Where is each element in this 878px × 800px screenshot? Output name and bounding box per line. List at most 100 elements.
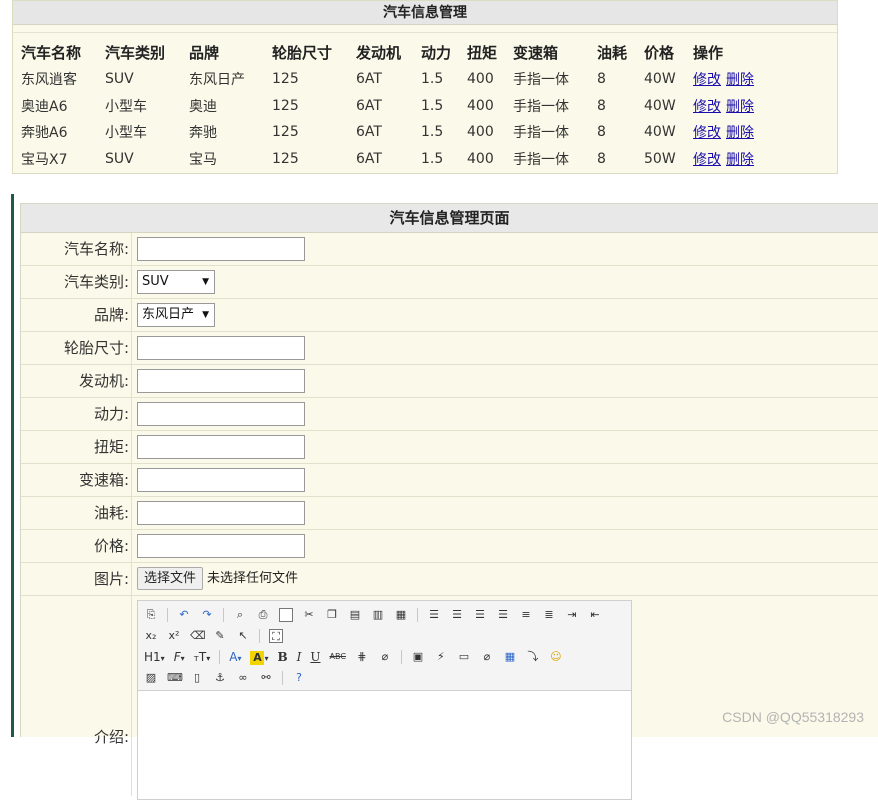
help-icon[interactable]: ? bbox=[292, 671, 306, 685]
font-color-button[interactable]: A▾ bbox=[229, 650, 241, 664]
cell-tire: 125 bbox=[272, 71, 299, 88]
preview-icon[interactable]: ⌕ bbox=[233, 608, 247, 622]
unlink-icon[interactable]: ⚯ bbox=[259, 671, 273, 685]
anchor-icon[interactable]: ⚓ bbox=[213, 671, 227, 685]
cell-gearbox: 手指一体 bbox=[513, 151, 569, 168]
cell-gearbox: 手指一体 bbox=[513, 98, 569, 115]
link-icon[interactable]: ∞ bbox=[236, 671, 250, 685]
cell-name: 宝马X7 bbox=[21, 151, 68, 168]
insert-image-icon[interactable]: ▣ bbox=[411, 650, 425, 664]
brand-select[interactable]: 东风日产 ▼ bbox=[137, 303, 215, 327]
redo-icon[interactable]: ↷ bbox=[200, 608, 214, 622]
align-justify-icon[interactable]: ☰ bbox=[496, 608, 510, 622]
edit-link[interactable]: 修改 bbox=[693, 152, 721, 168]
cell-category: 小型车 bbox=[105, 125, 147, 142]
choose-file-button[interactable]: 选择文件 bbox=[137, 567, 204, 590]
column-header: 变速箱 bbox=[513, 44, 559, 62]
horizontal-rule-icon[interactable]: ⋕ bbox=[355, 650, 369, 664]
edit-link[interactable]: 修改 bbox=[693, 125, 721, 141]
form-row-tire: 轮胎尺寸: bbox=[21, 332, 878, 365]
name-input[interactable] bbox=[137, 237, 305, 261]
cut-icon[interactable]: ✂ bbox=[302, 608, 316, 622]
unordered-list-icon[interactable]: ≣ bbox=[542, 608, 556, 622]
highlight-button[interactable]: A ▾ bbox=[250, 650, 268, 665]
cell-actions: 修改 删除 bbox=[693, 66, 773, 93]
copy-icon[interactable]: ❐ bbox=[325, 608, 339, 622]
editor-content-area[interactable] bbox=[138, 691, 631, 799]
source-code-icon[interactable]: ⎘ bbox=[144, 608, 158, 622]
cell-engine: 6AT bbox=[356, 150, 382, 167]
subscript-icon[interactable]: x₂ bbox=[144, 629, 158, 643]
gearbox-input[interactable] bbox=[137, 468, 305, 492]
outdent-icon[interactable]: ⇤ bbox=[588, 608, 602, 622]
column-header: 发动机 bbox=[356, 44, 402, 62]
code-icon[interactable]: ⌨ bbox=[167, 671, 183, 685]
table-icon[interactable]: ▦ bbox=[503, 650, 517, 664]
paste-text-icon[interactable]: ▥ bbox=[371, 608, 385, 622]
attachment-icon[interactable]: ⌀ bbox=[480, 650, 494, 664]
paste-icon[interactable]: ▤ bbox=[348, 608, 362, 622]
print-icon[interactable]: ⎙ bbox=[256, 608, 270, 622]
font-size-button[interactable]: тT▾ bbox=[194, 650, 211, 664]
clear-format-icon[interactable]: ⌫ bbox=[190, 629, 206, 643]
align-right-icon[interactable]: ☰ bbox=[473, 608, 487, 622]
emoticon-icon[interactable]: ☺ bbox=[549, 650, 563, 664]
form-row-power: 动力: bbox=[21, 398, 878, 431]
edit-link[interactable]: 修改 bbox=[693, 72, 721, 88]
strikethrough-button[interactable]: ABC bbox=[330, 650, 346, 664]
select-all-icon[interactable]: ✎ bbox=[213, 629, 227, 643]
gearbox-label: 变速箱: bbox=[78, 471, 129, 489]
italic-button[interactable]: I bbox=[297, 650, 302, 664]
column-header: 轮胎尺寸 bbox=[272, 44, 333, 62]
edit-link[interactable]: 修改 bbox=[693, 99, 721, 115]
heading-button[interactable]: H1▾ bbox=[144, 650, 165, 664]
page-icon[interactable]: ▯ bbox=[190, 671, 204, 685]
power-input[interactable] bbox=[137, 402, 305, 426]
price-input[interactable] bbox=[137, 534, 305, 558]
ordered-list-icon[interactable]: ≡ bbox=[519, 608, 533, 622]
torque-input[interactable] bbox=[137, 435, 305, 459]
page-break-icon[interactable]: ⤵ bbox=[526, 650, 540, 664]
image-label: 图片: bbox=[93, 570, 129, 588]
insert-media-icon[interactable]: ▭ bbox=[457, 650, 471, 664]
delete-link[interactable]: 删除 bbox=[726, 152, 754, 168]
engine-input[interactable] bbox=[137, 369, 305, 393]
template-icon[interactable] bbox=[279, 607, 293, 622]
delete-link[interactable]: 删除 bbox=[726, 99, 754, 115]
undo-icon[interactable]: ↶ bbox=[177, 608, 191, 622]
cell-name: 奥迪A6 bbox=[21, 98, 68, 115]
cell-category: SUV bbox=[105, 71, 134, 88]
insert-flash-icon[interactable]: ⚡ bbox=[434, 650, 448, 664]
cell-actions: 修改 删除 bbox=[693, 93, 773, 120]
pointer-icon[interactable]: ↖ bbox=[236, 629, 250, 643]
editor-toolbar: ⎘ ↶ ↷ ⌕ ⎙ ✂ ❐ ▤ ▥ ▦ ☰ ☰ ☰ ☰ ≡ ≣ ⇥ ⇤ x₂ x… bbox=[138, 601, 631, 691]
image-gallery-icon[interactable]: ▨ bbox=[144, 671, 158, 685]
indent-icon[interactable]: ⇥ bbox=[565, 608, 579, 622]
dropdown-arrow-icon: ▼ bbox=[202, 310, 209, 320]
superscript-icon[interactable]: x² bbox=[167, 629, 181, 643]
toolbar-separator bbox=[167, 607, 168, 622]
delete-link[interactable]: 删除 bbox=[726, 125, 754, 141]
cell-torque: 400 bbox=[467, 71, 494, 88]
fullscreen-icon[interactable]: ⛶ bbox=[269, 628, 283, 643]
bold-button[interactable]: B bbox=[277, 650, 287, 664]
category-select[interactable]: SUV ▼ bbox=[137, 270, 215, 294]
list-title: 汽车信息管理 bbox=[13, 1, 837, 25]
toolbar-separator bbox=[417, 607, 418, 622]
font-family-button[interactable]: F▾ bbox=[174, 650, 185, 664]
form-row-name: 汽车名称: bbox=[21, 233, 878, 266]
cell-torque: 400 bbox=[467, 97, 494, 114]
fuel-input[interactable] bbox=[137, 501, 305, 525]
cell-fuel: 8 bbox=[597, 71, 606, 88]
align-center-icon[interactable]: ☰ bbox=[450, 608, 464, 622]
eraser-icon[interactable]: ⌀ bbox=[378, 650, 392, 664]
delete-link[interactable]: 删除 bbox=[726, 72, 754, 88]
table-row: 东风逍客 SUV 东风日产 125 6AT 1.5 400 手指一体 8 40W… bbox=[21, 66, 773, 93]
paste-word-icon[interactable]: ▦ bbox=[394, 608, 408, 622]
underline-button[interactable]: U bbox=[310, 650, 320, 664]
align-left-icon[interactable]: ☰ bbox=[427, 608, 441, 622]
cell-brand: 奥迪 bbox=[189, 98, 217, 115]
category-label: 汽车类别: bbox=[63, 273, 129, 291]
tire-input[interactable] bbox=[137, 336, 305, 360]
cell-tire: 125 bbox=[272, 124, 299, 141]
